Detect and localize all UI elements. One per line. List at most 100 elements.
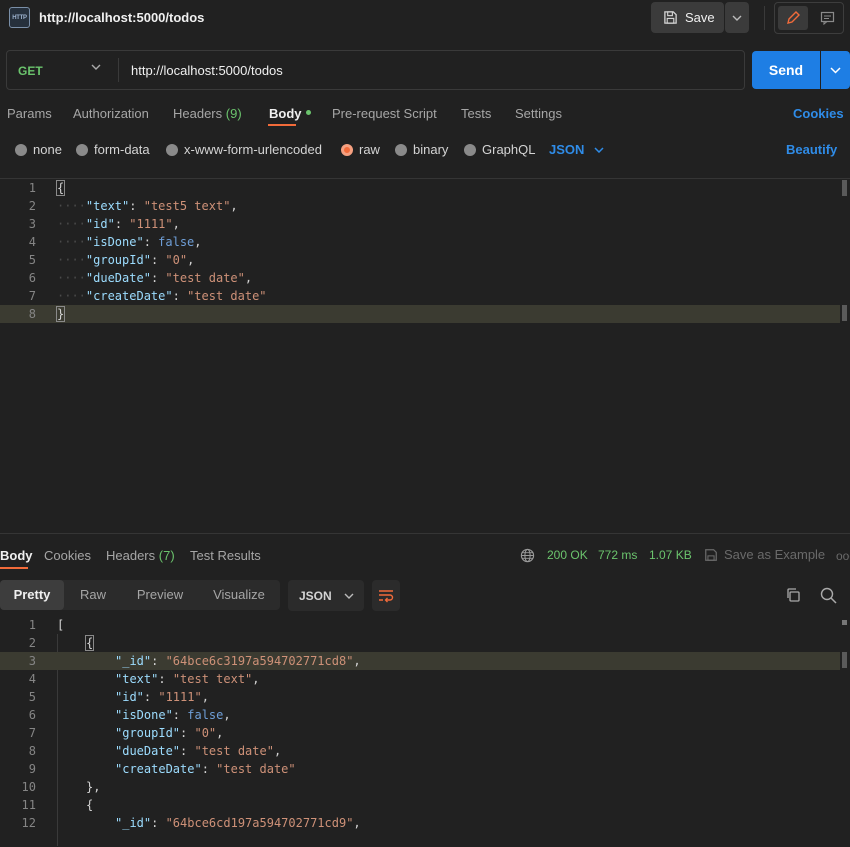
url-divider (118, 58, 119, 82)
json-key: "dueDate" (85, 271, 151, 285)
line-number: 4 (28, 235, 36, 249)
line-number: 1 (28, 181, 36, 195)
response-tab-headers[interactable]: Headers (7) (106, 548, 175, 563)
save-button[interactable]: Save (651, 2, 724, 33)
response-tab-body[interactable]: Body (0, 548, 33, 563)
response-headers-count: (7) (158, 548, 175, 563)
globe-icon[interactable] (520, 548, 535, 563)
response-tab-test-results[interactable]: Test Results (190, 548, 261, 563)
json-value: "64bce6c3197a594702771cd8" (165, 654, 354, 668)
code-line: 6 "isDone": false, (0, 706, 840, 724)
wrap-lines-icon (379, 589, 394, 602)
status-code[interactable]: 200 OK (547, 548, 588, 562)
tab-params[interactable]: Params (7, 106, 52, 121)
method-select[interactable]: GET (18, 64, 43, 78)
tab-headers[interactable]: Headers (9) (173, 106, 242, 121)
request-tabs: Params Authorization Headers (9) Body Pr… (0, 106, 850, 126)
view-pretty[interactable]: Pretty (0, 580, 64, 610)
tab-tests[interactable]: Tests (461, 106, 491, 121)
json-key: "_id" (115, 654, 152, 668)
cookies-link[interactable]: Cookies (793, 106, 844, 121)
chevron-down-icon (732, 15, 742, 21)
http-badge-icon: HTTP (9, 7, 30, 28)
response-tab-cookies[interactable]: Cookies (44, 548, 91, 563)
chevron-down-icon[interactable] (91, 64, 101, 70)
more-options-button[interactable]: ooo (836, 549, 850, 563)
url-bar: GET http://localhost:5000/todos (6, 50, 745, 90)
save-dropdown-button[interactable] (725, 2, 749, 33)
radio-binary[interactable]: binary (395, 142, 448, 157)
json-key: "text" (85, 199, 130, 213)
code-line: 10}, (0, 778, 840, 796)
radio-form-data[interactable]: form-data (76, 142, 150, 157)
body-type-options: none form-data x-www-form-urlencoded raw… (0, 142, 850, 160)
request-scrollbar[interactable] (842, 180, 847, 196)
code-line: 8 "dueDate": "test date", (0, 742, 840, 760)
send-button[interactable]: Send (752, 51, 820, 89)
json-key: "isDone" (115, 708, 173, 722)
response-format-select[interactable]: JSON (288, 580, 364, 611)
pane-divider[interactable] (0, 533, 850, 534)
url-input[interactable]: http://localhost:5000/todos (131, 63, 283, 78)
request-scroll-marker (842, 305, 847, 321)
json-value: "64bce6cd197a594702771cd9" (165, 816, 354, 830)
search-icon[interactable] (820, 587, 837, 604)
response-size[interactable]: 1.07 KB (649, 548, 692, 562)
tab-settings[interactable]: Settings (515, 106, 562, 121)
mode-toggle-group (774, 2, 844, 34)
json-key: "id" (115, 690, 144, 704)
radio-urlencoded[interactable]: x-www-form-urlencoded (166, 142, 322, 157)
body-language-select[interactable]: JSON (549, 142, 604, 157)
radio-graphql[interactable]: GraphQL (464, 142, 535, 157)
chevron-down-icon (344, 593, 354, 599)
wrap-lines-button[interactable] (372, 580, 400, 611)
line-number: 10 (21, 780, 36, 794)
open-brace: { (55, 180, 66, 196)
save-example-icon (705, 548, 717, 561)
response-time[interactable]: 772 ms (598, 548, 637, 562)
json-value: "test date" (187, 289, 267, 303)
json-key: "text" (115, 672, 159, 686)
view-visualize[interactable]: Visualize (198, 580, 280, 610)
headers-count: (9) (225, 106, 242, 121)
line-number: 9 (28, 762, 36, 776)
request-title[interactable]: http://localhost:5000/todos (39, 10, 204, 25)
json-value: "0" (165, 253, 188, 267)
tab-prerequest-script[interactable]: Pre-request Script (332, 106, 437, 121)
send-dropdown-button[interactable] (821, 51, 850, 89)
line-number: 5 (28, 253, 36, 267)
line-number: 5 (28, 690, 36, 704)
close-brace: } (55, 306, 66, 322)
body-indicator-dot (305, 110, 311, 116)
tab-body[interactable]: Body (269, 106, 311, 121)
radio-raw[interactable]: raw (341, 142, 380, 157)
copy-icon[interactable] (785, 587, 801, 603)
line-number: 6 (28, 708, 36, 722)
line-number: 7 (28, 289, 36, 303)
tab-authorization[interactable]: Authorization (73, 106, 149, 121)
radio-circle (395, 143, 407, 156)
chevron-down-icon (830, 66, 841, 74)
documentation-button[interactable] (812, 6, 842, 30)
save-as-example-button[interactable]: Save as Example (704, 547, 825, 562)
response-scrollbar[interactable] (842, 620, 847, 625)
json-value: false (187, 708, 224, 722)
code-line: 1{ (0, 179, 840, 197)
save-as-example-label: Save as Example (724, 547, 826, 562)
beautify-link[interactable]: Beautify (786, 142, 837, 157)
response-format-label: JSON (299, 588, 332, 603)
view-raw[interactable]: Raw (64, 580, 122, 610)
code-line: 5 ····"groupId": "0", (0, 251, 840, 269)
json-key: "_id" (115, 816, 152, 830)
radio-none[interactable]: none (15, 142, 62, 157)
radio-urlencoded-label: x-www-form-urlencoded (184, 142, 322, 157)
line-number: 3 (28, 654, 36, 668)
view-preview[interactable]: Preview (122, 580, 198, 610)
edit-mode-button[interactable] (778, 6, 808, 30)
line-number: 4 (28, 672, 36, 686)
json-key: "groupId" (85, 253, 151, 267)
code-line: 2 ····"text": "test5 text", (0, 197, 840, 215)
code-line: 7 "groupId": "0", (0, 724, 840, 742)
active-tab-underline (0, 567, 28, 569)
code-line: 3 ····"id": "1111", (0, 215, 840, 233)
